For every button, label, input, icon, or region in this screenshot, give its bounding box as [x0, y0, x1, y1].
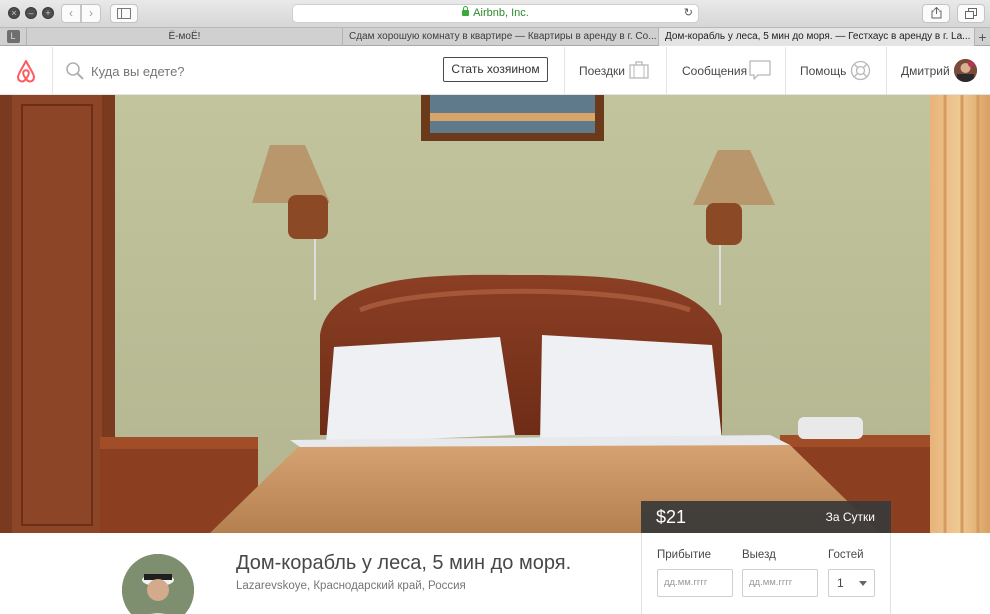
checkout-field[interactable]: дд.мм.гггг: [742, 569, 818, 597]
tab-1-label: Ё-моЁ!: [168, 31, 201, 42]
host-avatar[interactable]: [122, 554, 194, 614]
tab-2[interactable]: Сдам хорошую комнату в квартире — Кварти…: [342, 28, 658, 46]
search-input[interactable]: Куда вы едете?: [91, 64, 185, 79]
tab-3[interactable]: Дом-корабль у леса, 5 мин до моря. — Гес…: [658, 28, 974, 46]
tab-1[interactable]: Ё-моЁ!: [26, 28, 342, 46]
reload-icon[interactable]: ↻: [684, 5, 693, 22]
room-photo: [0, 95, 990, 533]
pinned-tab[interactable]: L: [0, 28, 26, 46]
tab-2-label: Сдам хорошую комнату в квартире — Кварти…: [349, 31, 657, 42]
nav-messages[interactable]: Сообщения: [682, 64, 747, 78]
price-bar: $21 За Сутки: [641, 501, 891, 533]
nav-trips[interactable]: Поездки: [579, 64, 625, 78]
guests-value: 1: [837, 576, 844, 590]
tabs-overview-button[interactable]: [957, 4, 985, 23]
sidebar-toggle-button[interactable]: [110, 4, 138, 23]
user-menu[interactable]: Дмитрий: [901, 64, 950, 78]
lifebuoy-icon: [850, 60, 871, 81]
minimize-window-icon[interactable]: –: [25, 7, 37, 19]
nav-help[interactable]: Помощь: [800, 64, 846, 78]
url-text: Airbnb, Inc.: [473, 7, 529, 19]
new-tab-button[interactable]: +: [974, 28, 990, 46]
sidebar-icon: [117, 8, 131, 19]
lock-icon: [462, 6, 470, 16]
browser-toolbar: × – + ‹ › Airbnb, Inc. ↻: [0, 0, 990, 28]
tab-bar: L Ё-моЁ! Сдам хорошую комнату в квартире…: [0, 28, 990, 46]
site-header: Куда вы едете? Стать хозяином Поездки Со…: [0, 47, 990, 95]
close-window-icon[interactable]: ×: [8, 7, 20, 19]
booking-widget: Прибытие Выезд Гостей дд.мм.гггг дд.мм.г…: [641, 533, 891, 614]
airbnb-logo-icon[interactable]: [15, 59, 37, 83]
zoom-window-icon[interactable]: +: [42, 7, 54, 19]
message-bubble-icon: [749, 60, 771, 80]
checkin-label: Прибытие: [657, 549, 712, 561]
back-button[interactable]: ‹: [61, 4, 81, 23]
user-avatar[interactable]: [954, 59, 977, 82]
chevron-down-icon: [859, 581, 867, 586]
share-button[interactable]: [922, 4, 950, 23]
checkin-field[interactable]: дд.мм.гггг: [657, 569, 733, 597]
share-icon: [931, 6, 941, 19]
guests-select[interactable]: 1: [828, 569, 875, 597]
price-period: За Сутки: [825, 510, 875, 524]
listing-location[interactable]: Lazarevskoye, Краснодарский край, Россия: [236, 580, 466, 592]
guests-label: Гостей: [828, 549, 864, 561]
listing-photo[interactable]: [0, 95, 990, 533]
forward-button[interactable]: ›: [81, 4, 101, 23]
tabs-icon: [965, 8, 977, 19]
pinned-tab-letter: L: [6, 30, 20, 43]
address-bar[interactable]: Airbnb, Inc. ↻: [292, 4, 699, 23]
become-host-button[interactable]: Стать хозяином: [443, 57, 548, 82]
listing-title: Дом-корабль у леса, 5 мин до моря.: [236, 552, 572, 574]
suitcase-icon: [629, 61, 649, 79]
checkout-label: Выезд: [742, 549, 776, 561]
nightly-price: $21: [656, 507, 687, 527]
tab-3-label: Дом-корабль у леса, 5 мин до моря. — Гес…: [665, 31, 971, 42]
search-icon: [66, 62, 84, 80]
